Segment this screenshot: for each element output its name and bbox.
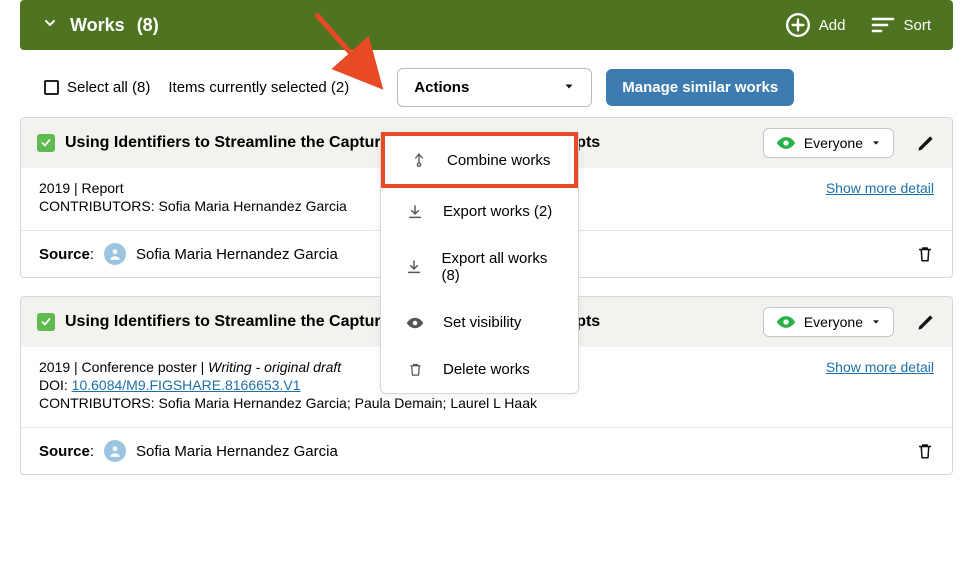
show-more-link[interactable]: Show more detail <box>826 180 934 196</box>
menu-item-delete[interactable]: Delete works <box>381 346 578 393</box>
sort-label: Sort <box>903 17 931 34</box>
chevron-down-icon <box>871 138 881 148</box>
eye-icon <box>405 316 425 330</box>
avatar-icon <box>104 440 126 462</box>
collapse-icon[interactable] <box>42 15 58 36</box>
menu-label: Combine works <box>447 152 550 169</box>
merge-icon <box>409 151 429 169</box>
doi-label: DOI: <box>39 377 72 393</box>
work-card-footer: Source: Sofia Maria Hernandez Garcia <box>21 427 952 474</box>
eye-icon <box>776 136 796 150</box>
sort-button[interactable]: Sort <box>871 15 931 35</box>
sort-icon <box>871 15 895 35</box>
plus-circle-icon <box>785 12 811 38</box>
items-selected-count: Items currently selected (2) <box>168 79 349 96</box>
source-name: Sofia Maria Hernandez Garcia <box>136 246 338 263</box>
select-all-label: Select all (8) <box>67 79 150 96</box>
menu-label: Delete works <box>443 361 530 378</box>
chevron-down-icon <box>871 317 881 327</box>
menu-item-set-visibility[interactable]: Set visibility <box>381 299 578 346</box>
download-icon <box>405 259 423 275</box>
add-button[interactable]: Add <box>785 12 846 38</box>
visibility-button[interactable]: Everyone <box>763 128 894 158</box>
trash-icon[interactable] <box>916 441 934 461</box>
show-more-link[interactable]: Show more detail <box>826 359 934 375</box>
source-label: Source <box>39 443 90 460</box>
source-label: Source <box>39 246 90 263</box>
visibility-label: Everyone <box>804 135 863 151</box>
row-selected-checkbox[interactable] <box>37 313 55 331</box>
work-contributors: CONTRIBUTORS: Sofia Maria Hernandez Garc… <box>39 395 934 411</box>
menu-label: Set visibility <box>443 314 521 331</box>
menu-label: Export works (2) <box>443 203 552 220</box>
manage-similar-button[interactable]: Manage similar works <box>606 69 794 106</box>
row-selected-checkbox[interactable] <box>37 134 55 152</box>
visibility-label: Everyone <box>804 314 863 330</box>
trash-icon <box>405 361 425 378</box>
menu-item-export-all[interactable]: Export all works (8) <box>381 235 578 299</box>
menu-item-export[interactable]: Export works (2) <box>381 188 578 235</box>
actions-dropdown-menu: Combine works Export works (2) Export al… <box>380 132 579 394</box>
eye-icon <box>776 315 796 329</box>
edit-icon[interactable] <box>916 312 936 332</box>
edit-icon[interactable] <box>916 133 936 153</box>
section-header: Works (8) Add Sort <box>20 0 953 50</box>
bulk-toolbar: Select all (8) Items currently selected … <box>0 64 973 117</box>
actions-dropdown-trigger[interactable]: Actions <box>397 68 592 107</box>
menu-item-combine[interactable]: Combine works <box>381 132 578 188</box>
meta-prefix: 2019 | Conference poster | <box>39 359 208 375</box>
trash-icon[interactable] <box>916 244 934 264</box>
select-all-checkbox[interactable]: Select all (8) <box>44 79 150 96</box>
doi-link[interactable]: 10.6084/M9.FIGSHARE.8166653.V1 <box>72 377 301 393</box>
download-icon <box>405 204 425 220</box>
avatar-icon <box>104 243 126 265</box>
meta-role: Writing - original draft <box>208 359 341 375</box>
visibility-button[interactable]: Everyone <box>763 307 894 337</box>
chevron-down-icon <box>563 79 575 96</box>
actions-label: Actions <box>414 79 469 96</box>
section-title: Works <box>70 15 125 36</box>
menu-label: Export all works (8) <box>441 250 560 284</box>
source-name: Sofia Maria Hernandez Garcia <box>136 443 338 460</box>
checkbox-icon <box>44 80 59 95</box>
add-label: Add <box>819 17 846 34</box>
section-count: (8) <box>137 15 159 36</box>
